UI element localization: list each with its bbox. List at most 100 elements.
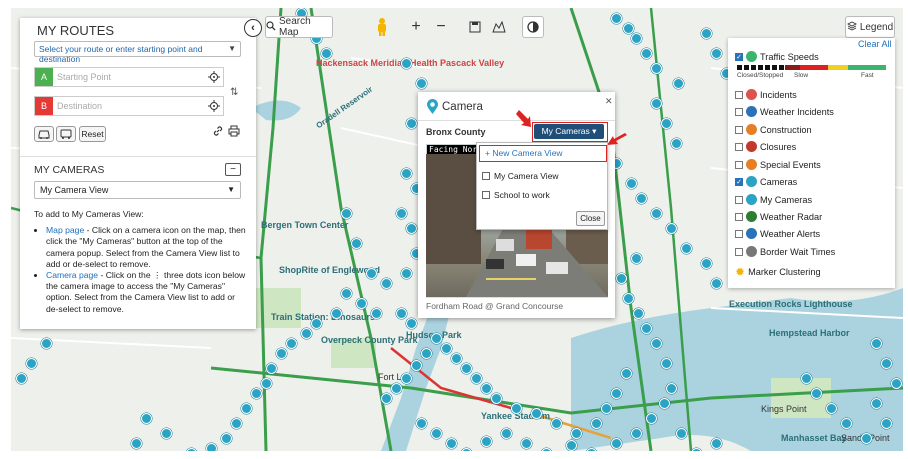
checkbox[interactable] (735, 90, 743, 99)
camera-marker-icon[interactable] (641, 323, 652, 334)
camera-marker-icon[interactable] (396, 208, 407, 219)
camera-marker-icon[interactable] (811, 388, 822, 399)
checkbox[interactable] (735, 212, 743, 221)
camera-marker-icon[interactable] (321, 48, 332, 59)
locate-me-icon[interactable] (208, 71, 220, 83)
camera-marker-icon[interactable] (861, 433, 872, 444)
starting-point-input[interactable] (57, 69, 197, 85)
camera-marker-icon[interactable] (446, 438, 457, 449)
checkbox[interactable]: ✓ (735, 177, 743, 186)
camera-marker-icon[interactable] (276, 348, 287, 359)
legend-item[interactable]: Special Events (735, 159, 821, 170)
camera-marker-icon[interactable] (41, 338, 52, 349)
camera-marker-icon[interactable] (661, 358, 672, 369)
camera-view-option[interactable]: My Camera View (482, 171, 559, 181)
map-page-link[interactable]: Map page (46, 225, 84, 235)
camera-marker-icon[interactable] (431, 428, 442, 439)
camera-marker-icon[interactable] (26, 358, 37, 369)
camera-marker-icon[interactable] (623, 293, 634, 304)
contrast-toggle-icon[interactable] (522, 16, 544, 38)
camera-marker-icon[interactable] (341, 288, 352, 299)
camera-marker-icon[interactable] (441, 343, 452, 354)
camera-marker-icon[interactable] (391, 383, 402, 394)
camera-marker-icon[interactable] (416, 78, 427, 89)
zoom-in-button[interactable]: + (405, 16, 427, 38)
camera-marker-icon[interactable] (206, 443, 217, 451)
camera-marker-icon[interactable] (659, 398, 670, 409)
camera-marker-icon[interactable] (221, 433, 232, 444)
camera-marker-icon[interactable] (461, 363, 472, 374)
camera-marker-icon[interactable] (341, 208, 352, 219)
camera-marker-icon[interactable] (623, 23, 634, 34)
camera-marker-icon[interactable] (666, 383, 677, 394)
camera-page-link[interactable]: Camera page (46, 270, 98, 280)
camera-marker-icon[interactable] (701, 28, 712, 39)
camera-marker-icon[interactable] (131, 438, 142, 449)
camera-marker-icon[interactable] (356, 298, 367, 309)
camera-marker-icon[interactable] (311, 318, 322, 329)
new-camera-view-item[interactable]: + New Camera View (479, 145, 607, 162)
camera-marker-icon[interactable] (416, 418, 427, 429)
camera-marker-icon[interactable] (231, 418, 242, 429)
legend-item[interactable]: Construction (735, 124, 812, 135)
camera-marker-icon[interactable] (891, 378, 902, 389)
camera-marker-icon[interactable] (406, 223, 417, 234)
camera-marker-icon[interactable] (451, 353, 462, 364)
checkbox[interactable] (735, 107, 743, 116)
reset-button[interactable]: Reset (79, 126, 106, 142)
legend-item[interactable]: ✓ Cameras (735, 176, 797, 187)
car-mode-button[interactable] (34, 126, 54, 142)
camera-marker-icon[interactable] (676, 428, 687, 439)
camera-marker-icon[interactable] (611, 388, 622, 399)
camera-marker-icon[interactable] (261, 378, 272, 389)
camera-marker-icon[interactable] (633, 308, 644, 319)
camera-marker-icon[interactable] (301, 328, 312, 339)
camera-marker-icon[interactable] (406, 318, 417, 329)
clear-all-link[interactable]: Clear All (858, 39, 892, 49)
print-icon[interactable] (228, 125, 240, 140)
camera-marker-icon[interactable] (566, 440, 577, 451)
camera-marker-icon[interactable] (666, 223, 677, 234)
camera-marker-icon[interactable] (881, 418, 892, 429)
camera-marker-icon[interactable] (711, 48, 722, 59)
camera-marker-icon[interactable] (871, 338, 882, 349)
legend-item[interactable]: Incidents (735, 89, 797, 100)
camera-marker-icon[interactable] (621, 368, 632, 379)
collapse-cameras-button[interactable]: − (225, 163, 241, 176)
camera-marker-icon[interactable] (826, 403, 837, 414)
camera-marker-icon[interactable] (406, 118, 417, 129)
camera-marker-icon[interactable] (616, 273, 627, 284)
camera-marker-icon[interactable] (651, 98, 662, 109)
camera-marker-icon[interactable] (711, 438, 722, 449)
route-select-dropdown[interactable]: Select your route or enter starting poin… (34, 41, 241, 64)
camera-marker-icon[interactable] (411, 360, 422, 371)
camera-marker-icon[interactable] (431, 333, 442, 344)
camera-marker-icon[interactable] (286, 338, 297, 349)
checkbox[interactable] (735, 195, 743, 204)
camera-marker-icon[interactable] (471, 373, 482, 384)
camera-marker-icon[interactable] (481, 436, 492, 447)
camera-marker-icon[interactable] (396, 308, 407, 319)
legend-item-traffic-speeds[interactable]: ✓ Traffic Speeds (735, 51, 819, 62)
camera-marker-icon[interactable] (626, 178, 637, 189)
camera-marker-icon[interactable] (266, 363, 277, 374)
camera-marker-icon[interactable] (366, 268, 377, 279)
legend-item-marker-clustering[interactable]: ✹ Marker Clustering (735, 265, 821, 279)
camera-marker-icon[interactable] (241, 403, 252, 414)
legend-item[interactable]: Closures (735, 141, 796, 152)
legend-item[interactable]: Weather Radar (735, 211, 822, 222)
camera-marker-icon[interactable] (601, 403, 612, 414)
camera-marker-icon[interactable] (611, 438, 622, 449)
camera-marker-icon[interactable] (881, 358, 892, 369)
save-view-icon[interactable] (465, 16, 485, 38)
camera-view-option[interactable]: School to work (482, 190, 550, 200)
dropdown-close-button[interactable]: Close (576, 211, 605, 226)
camera-marker-icon[interactable] (161, 428, 172, 439)
checkbox[interactable] (735, 160, 743, 169)
locate-me-icon[interactable] (208, 100, 220, 112)
camera-marker-icon[interactable] (421, 348, 432, 359)
camera-marker-icon[interactable] (251, 388, 262, 399)
camera-marker-icon[interactable] (661, 118, 672, 129)
camera-marker-icon[interactable] (401, 168, 412, 179)
truck-mode-button[interactable] (56, 126, 76, 142)
